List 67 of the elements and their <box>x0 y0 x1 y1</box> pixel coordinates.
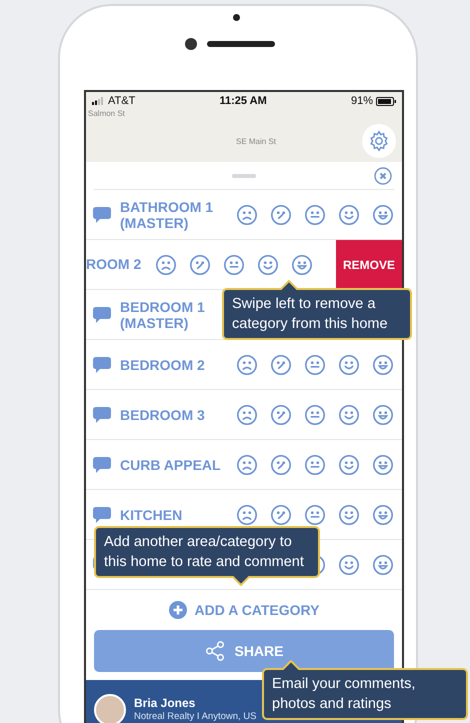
rating-face-icon[interactable] <box>304 404 326 426</box>
share-button[interactable]: SHARE <box>94 630 394 672</box>
agent-name: Bria Jones <box>134 697 196 710</box>
carrier-label: AT&T <box>108 94 136 109</box>
rating-face-icon[interactable] <box>372 504 394 526</box>
rating-face-icon[interactable] <box>304 354 326 376</box>
plus-icon <box>168 601 187 619</box>
category-name: ROOM 2 <box>86 255 142 274</box>
rating-face-icon[interactable] <box>270 504 292 526</box>
close-icon[interactable] <box>374 166 392 184</box>
remove-button[interactable]: REMOVE <box>336 240 402 289</box>
rating-face-icon[interactable] <box>270 404 292 426</box>
rating-face-icon[interactable] <box>338 354 360 376</box>
rating-face-icon[interactable] <box>338 454 360 476</box>
street-label: SE Main St <box>236 136 276 148</box>
drag-handle[interactable] <box>232 174 256 178</box>
rating-face-icon[interactable] <box>372 204 394 226</box>
rating-face-icon[interactable] <box>372 454 394 476</box>
rating-face-icon[interactable] <box>236 204 258 226</box>
category-name: CURB APPEAL <box>120 456 222 472</box>
settings-icon[interactable] <box>368 130 390 152</box>
rating-face-icon[interactable] <box>155 254 178 276</box>
tooltip-text: Add another area/category to this home to rate and comment <box>104 534 304 570</box>
rating-face-icon[interactable] <box>189 254 212 276</box>
category-name: BEDROOM 3 <box>120 406 206 422</box>
rating-face-icon[interactable] <box>372 554 394 576</box>
agent-company: Notreal Realty I Anytown, US <box>134 710 256 723</box>
comment-icon[interactable] <box>92 204 112 224</box>
rating-face-icon[interactable] <box>236 504 258 526</box>
comment-icon[interactable] <box>92 454 112 474</box>
battery-icon <box>376 96 396 106</box>
category-name: BEDROOM 2 <box>120 356 206 372</box>
rating-face-icon[interactable] <box>270 354 292 376</box>
rating-face-icon[interactable] <box>338 504 360 526</box>
avatar-placeholder <box>94 694 126 723</box>
rating-face-icon[interactable] <box>236 354 258 376</box>
comment-icon[interactable] <box>92 404 112 424</box>
rating-face-icon[interactable] <box>223 254 246 276</box>
time-label: 11:25 AM <box>219 94 267 109</box>
category-name: KITCHEN <box>120 506 184 522</box>
rating-face-icon[interactable] <box>338 554 360 576</box>
rating-face-icon[interactable] <box>270 204 292 226</box>
rating-face-icon[interactable] <box>304 204 326 226</box>
comment-icon[interactable] <box>92 504 112 524</box>
rating-face-icon[interactable] <box>236 454 258 476</box>
category-name: BEDROOM 1 (MASTER) <box>120 298 206 330</box>
rating-face-icon[interactable] <box>304 454 326 476</box>
rating-face-icon[interactable] <box>270 454 292 476</box>
rating-face-icon[interactable] <box>257 254 280 276</box>
rating-face-icon[interactable] <box>236 404 258 426</box>
tooltip-text: Swipe left to remove a category from this home <box>232 296 388 332</box>
rating-face-icon[interactable] <box>372 404 394 426</box>
rating-face-icon[interactable] <box>338 404 360 426</box>
share-icon <box>204 640 226 662</box>
signal-icon <box>92 97 105 105</box>
tooltip-text: Email your comments, photos and ratings <box>272 676 416 712</box>
battery-label: 91% <box>350 94 373 109</box>
add-category-button[interactable]: ADD A CATEGORY <box>86 590 402 630</box>
rating-face-icon[interactable] <box>291 254 314 276</box>
comment-icon[interactable] <box>92 354 112 374</box>
category-name: BATHROOM 1 (MASTER) <box>120 198 214 230</box>
speaker-icon <box>207 41 275 47</box>
rating-face-icon[interactable] <box>304 504 326 526</box>
rating-face-icon[interactable] <box>338 204 360 226</box>
comment-icon[interactable] <box>92 304 112 324</box>
street-label: Salmon St <box>88 108 125 120</box>
rating-face-icon[interactable] <box>372 354 394 376</box>
